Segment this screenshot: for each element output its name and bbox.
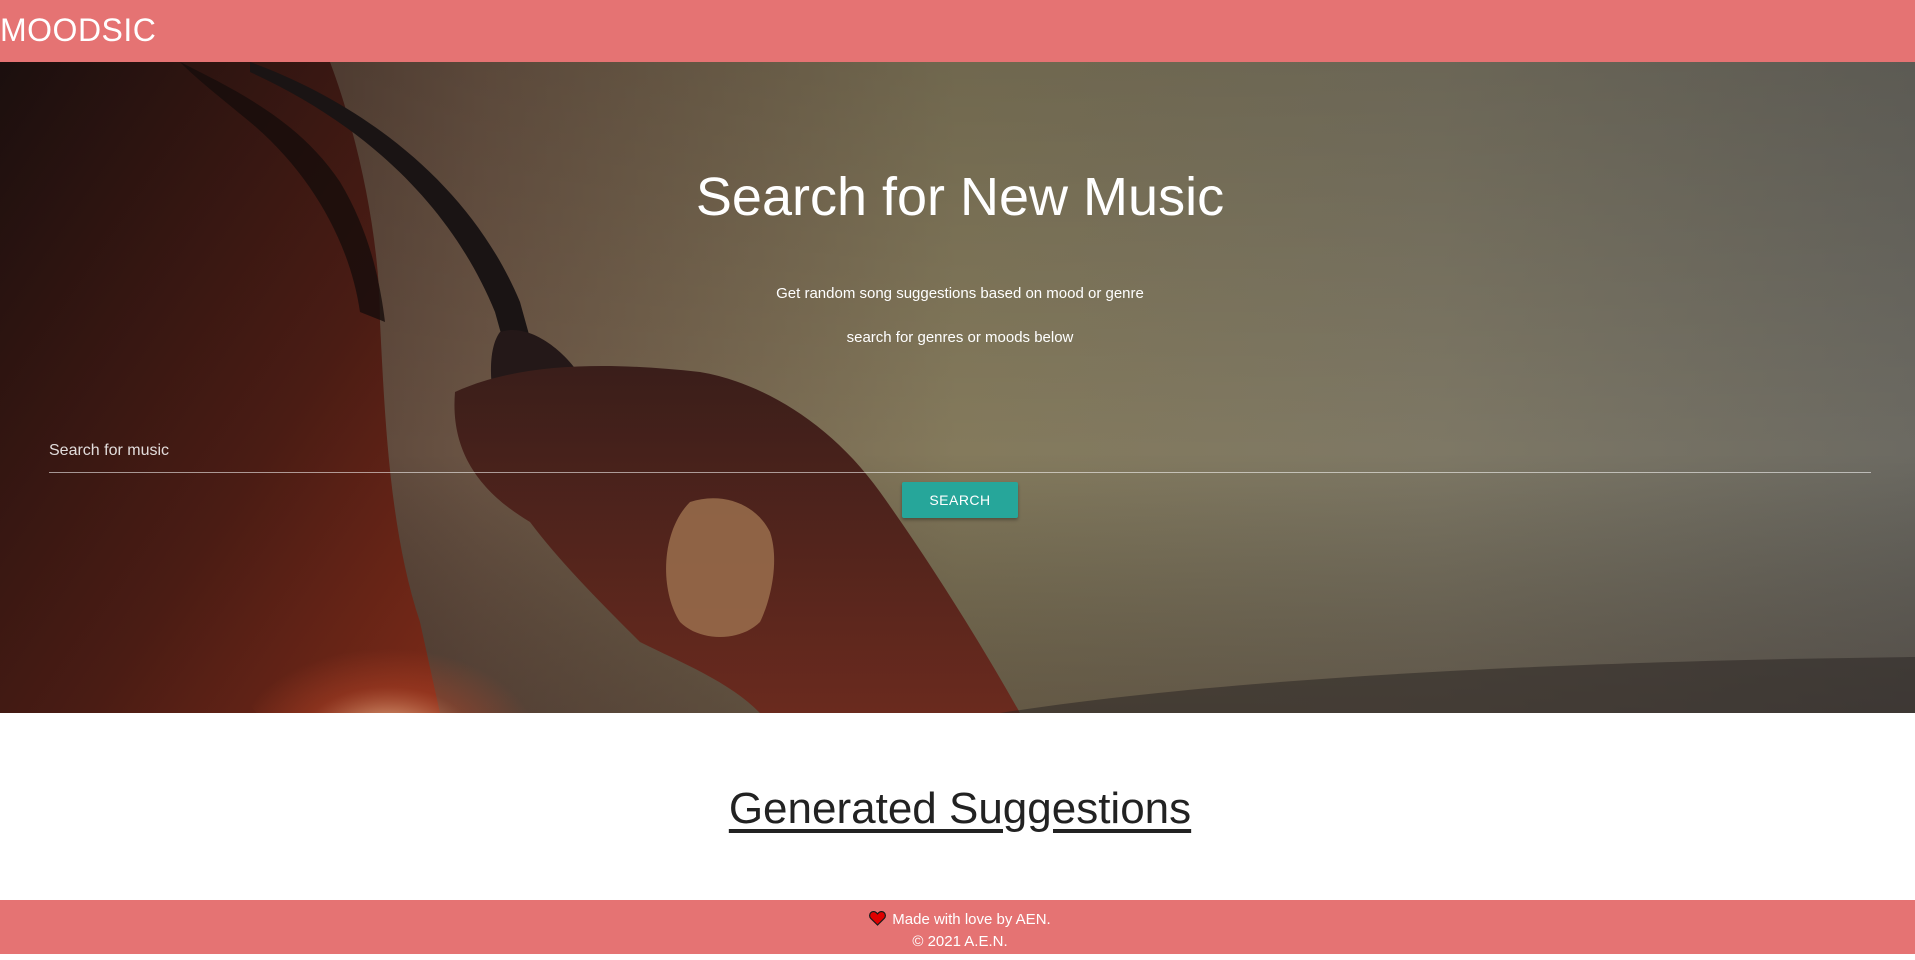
search-button[interactable]: SEARCH [902, 482, 1018, 518]
suggestions-heading: Generated Suggestions [728, 784, 1192, 833]
top-navbar: MOODSIC [0, 0, 1915, 62]
hero-background-image [0, 62, 1915, 713]
search-input[interactable] [49, 429, 1871, 473]
hero-subtitle-line-2: search for genres or moods below [846, 329, 1074, 346]
page-footer: Made with love by AEN. © 2021 A.E.N. [0, 900, 1915, 954]
footer-copyright: © 2021 A.E.N. [912, 933, 1008, 950]
heart-icon [869, 910, 887, 932]
footer-made-with-text: Made with love by AEN. [892, 911, 1051, 928]
footer-credit: Made with love by AEN. [0, 910, 1915, 932]
hero-title: Search for New Music [695, 167, 1225, 227]
hero-subtitle-line-1: Get random song suggestions based on moo… [776, 285, 1144, 302]
brand-logo[interactable]: MOODSIC [0, 10, 156, 50]
hero-section: Search for New Music Get random song sug… [0, 62, 1915, 713]
